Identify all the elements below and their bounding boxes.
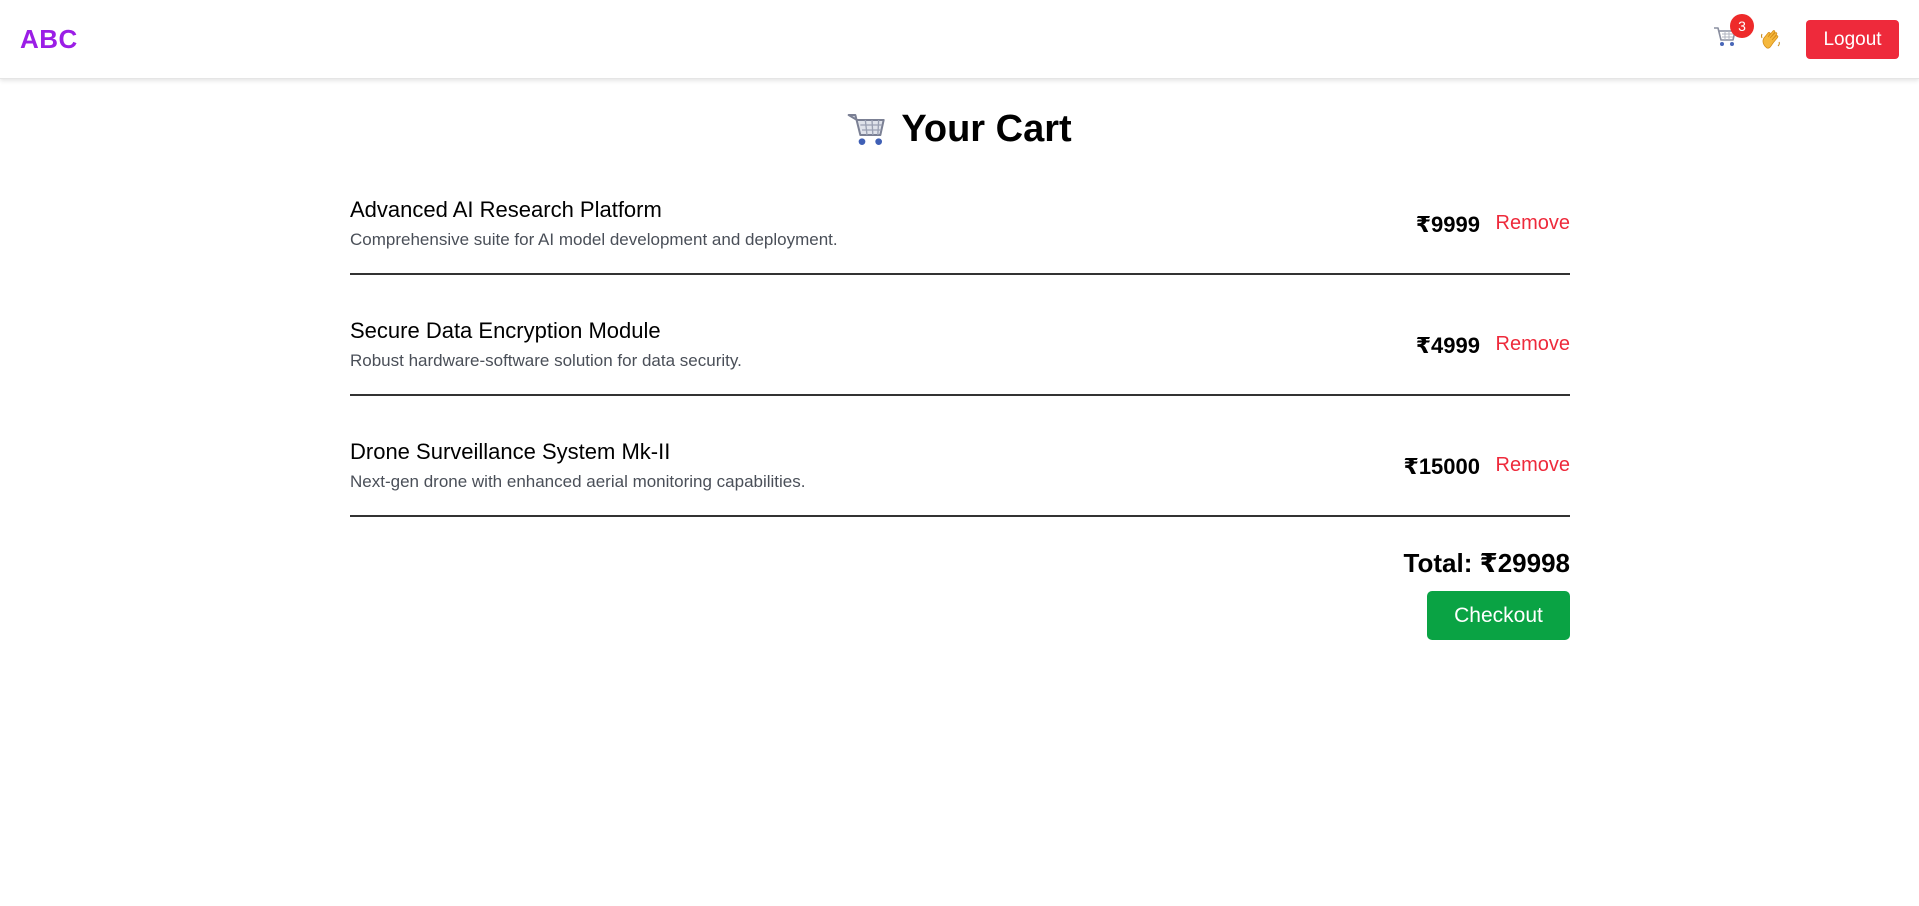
item-name: Advanced AI Research Platform xyxy=(350,197,662,222)
nav-actions: 3 Logout xyxy=(1710,13,1899,59)
cart-item: Drone Surveillance System Mk-II Next-gen… xyxy=(350,396,1570,517)
cart-button[interactable]: 3 xyxy=(1710,13,1754,55)
remove-button[interactable]: Remove xyxy=(1496,454,1570,477)
cart-item: Secure Data Encryption Module Robust har… xyxy=(350,275,1570,396)
item-description: Robust hardware-software solution for da… xyxy=(350,351,742,370)
item-description: Next-gen drone with enhanced aerial moni… xyxy=(350,472,806,491)
remove-button[interactable]: Remove xyxy=(1496,333,1570,356)
navbar: ABC 3 Logout xyxy=(0,0,1919,79)
page-title: Your Cart xyxy=(0,108,1919,151)
item-name: Drone Surveillance System Mk-II xyxy=(350,439,671,464)
waving-hand-icon xyxy=(1756,25,1786,55)
item-price: ₹15000 xyxy=(1403,454,1480,479)
cart-total: Total: ₹29998 xyxy=(1403,548,1570,578)
item-description: Comprehensive suite for AI model develop… xyxy=(350,230,838,249)
cart-list: Advanced AI Research Platform Comprehens… xyxy=(350,187,1570,517)
remove-button[interactable]: Remove xyxy=(1496,212,1570,235)
cart-summary: Total: ₹29998 Checkout xyxy=(350,548,1570,640)
logout-button[interactable]: Logout xyxy=(1806,20,1899,59)
checkout-button[interactable]: Checkout xyxy=(1427,591,1570,640)
cart-icon xyxy=(847,111,887,149)
page-title-text: Your Cart xyxy=(901,108,1072,150)
cart-count-badge: 3 xyxy=(1730,13,1754,38)
item-price: ₹9999 xyxy=(1415,212,1480,237)
brand-logo[interactable]: ABC xyxy=(20,24,78,55)
item-name: Secure Data Encryption Module xyxy=(350,318,661,343)
item-price: ₹4999 xyxy=(1415,333,1480,358)
cart-item: Advanced AI Research Platform Comprehens… xyxy=(350,187,1570,275)
